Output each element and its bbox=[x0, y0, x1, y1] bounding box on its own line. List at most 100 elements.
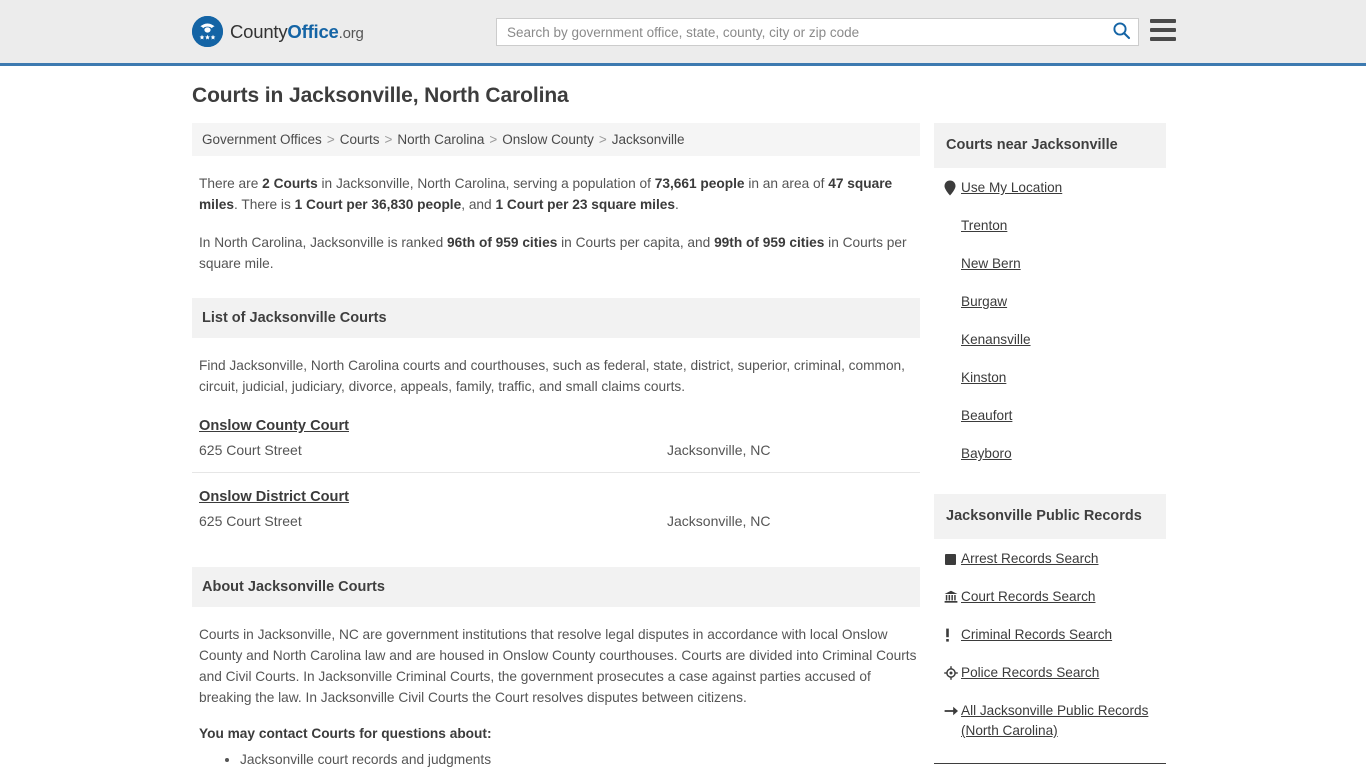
stats-p1-frag-7: . There is bbox=[234, 197, 295, 212]
arrow-right-icon bbox=[944, 701, 961, 717]
logo-text-county: County bbox=[230, 20, 288, 42]
logo-text-office: Office bbox=[287, 20, 339, 42]
public-record-link[interactable]: Arrest Records Search bbox=[961, 549, 1099, 569]
page-title: Courts in Jacksonville, North Carolina bbox=[192, 84, 569, 107]
public-record-link[interactable]: Criminal Records Search bbox=[961, 625, 1112, 645]
breadcrumb-separator: > bbox=[598, 132, 607, 147]
public-records-block: Jacksonville Public Records Arrest Recor… bbox=[934, 494, 1166, 741]
nearby-city-link-burgaw[interactable]: Burgaw bbox=[961, 292, 1007, 312]
nearby-city-row[interactable]: Bayboro bbox=[944, 444, 1166, 464]
list-section-description: Find Jacksonville, North Carolina courts… bbox=[199, 358, 905, 394]
court-list: Onslow County Court 625 Court Street Jacks… bbox=[192, 417, 920, 543]
stats-p1-frag-2: 2 Courts bbox=[262, 176, 318, 191]
contact-topics-list: Jacksonville court records and judgments… bbox=[192, 750, 920, 768]
stats-p1-frag-4: 73,661 people bbox=[654, 176, 745, 191]
court-address: 625 Court Street bbox=[199, 442, 302, 458]
hamburger-bar-3 bbox=[1150, 37, 1176, 41]
stats-paragraph-1: There are 2 Courts in Jacksonville, Nort… bbox=[199, 173, 918, 215]
page-container: Courts in Jacksonville, North Carolina G… bbox=[0, 66, 1366, 768]
court-city-state: Jacksonville, NC bbox=[667, 442, 771, 458]
contact-topic-item: Jacksonville court records and judgments bbox=[240, 750, 920, 768]
public-records-links: Arrest Records Search Court Records Searc… bbox=[934, 539, 1166, 741]
nearby-city-link-new-bern[interactable]: New Bern bbox=[961, 254, 1021, 274]
breadcrumb-item-4[interactable]: Onslow County bbox=[502, 132, 594, 147]
breadcrumb-separator: > bbox=[489, 132, 498, 147]
search-button[interactable] bbox=[1104, 19, 1138, 45]
stats-p2-frag-2: 96th of 959 cities bbox=[447, 235, 558, 250]
use-my-location-link[interactable]: Use My Location bbox=[961, 178, 1062, 198]
site-header: CountyOffice.org bbox=[0, 0, 1366, 66]
countyoffice-eagle-logo-icon bbox=[192, 16, 223, 47]
public-record-row[interactable]: Police Records Search bbox=[944, 663, 1166, 683]
content-columns: Government Offices > Courts > North Carolina… bbox=[192, 123, 1186, 768]
nearby-city-row[interactable]: Burgaw bbox=[944, 292, 1166, 312]
use-my-location-row[interactable]: Use My Location bbox=[944, 178, 1166, 198]
nearby-courts-links: Use My Location Trenton New Bern Burgaw Ken… bbox=[934, 168, 1166, 464]
courthouse-icon bbox=[944, 590, 961, 604]
map-pin-icon bbox=[944, 180, 961, 196]
nearby-city-link-bayboro[interactable]: Bayboro bbox=[961, 444, 1012, 464]
stats-p2-frag-1: In North Carolina, Jacksonville is ranke… bbox=[199, 235, 448, 250]
stats-p1-frag-11: . bbox=[675, 197, 679, 212]
stats-p2-frag-3: in Courts per capita, and bbox=[557, 235, 715, 250]
public-record-link[interactable]: Court Records Search bbox=[961, 587, 1095, 607]
search-icon bbox=[1112, 21, 1131, 43]
search-input[interactable] bbox=[497, 19, 1104, 45]
nearby-city-link-beaufort[interactable]: Beaufort bbox=[961, 406, 1012, 426]
breadcrumb-item-3[interactable]: North Carolina bbox=[397, 132, 484, 147]
public-record-row[interactable]: All Jacksonville Public Records (North C… bbox=[944, 701, 1166, 741]
nearby-city-link-kinston[interactable]: Kinston bbox=[961, 368, 1006, 388]
nearby-city-row[interactable]: Kinston bbox=[944, 368, 1166, 388]
nearby-city-row[interactable]: Trenton bbox=[944, 216, 1166, 236]
court-name-link[interactable]: Onslow County Court bbox=[199, 418, 349, 434]
breadcrumb-separator: > bbox=[326, 132, 335, 147]
public-record-row[interactable]: Criminal Records Search bbox=[944, 625, 1166, 645]
stats-p1-frag-9: , and bbox=[461, 197, 496, 212]
sidebar-divider bbox=[934, 763, 1166, 764]
police-badge-icon bbox=[944, 666, 961, 680]
site-logo-link[interactable]: CountyOffice.org bbox=[192, 16, 364, 47]
public-record-row[interactable]: Arrest Records Search bbox=[944, 549, 1166, 569]
stats-p2-frag-4: 99th of 959 cities bbox=[714, 235, 825, 250]
public-record-link[interactable]: Police Records Search bbox=[961, 663, 1099, 683]
stats-p1-frag-5: in an area of bbox=[744, 176, 829, 191]
stats-p1-frag-8: 1 Court per 36,830 people bbox=[294, 197, 462, 212]
public-record-row[interactable]: Court Records Search bbox=[944, 587, 1166, 607]
section-header-list-of-courts: List of Jacksonville Courts bbox=[192, 298, 920, 338]
stats-p1-frag-10: 1 Court per 23 square miles bbox=[495, 197, 675, 212]
breadcrumb-item-5[interactable]: Jacksonville bbox=[612, 132, 685, 147]
sidebar-header-public-records: Jacksonville Public Records bbox=[934, 494, 1166, 539]
court-row: Onslow County Court 625 Court Street Jacks… bbox=[192, 417, 920, 473]
nearby-city-link-trenton[interactable]: Trenton bbox=[961, 216, 1007, 236]
search-bar[interactable] bbox=[496, 18, 1139, 46]
main-content: Government Offices > Courts > North Carolina… bbox=[192, 123, 920, 768]
stats-p1-frag-3: in Jacksonville, North Carolina, serving… bbox=[317, 176, 655, 191]
nearby-city-link-kenansville[interactable]: Kenansville bbox=[961, 330, 1031, 350]
exclamation-icon bbox=[944, 628, 961, 642]
court-address: 625 Court Street bbox=[199, 513, 302, 529]
public-record-link[interactable]: All Jacksonville Public Records (North C… bbox=[961, 701, 1166, 741]
sidebar-header-courts-near: Courts near Jacksonville bbox=[934, 123, 1166, 168]
site-logo-text: CountyOffice.org bbox=[230, 21, 364, 43]
nearby-city-row[interactable]: Beaufort bbox=[944, 406, 1166, 426]
hamburger-menu-icon[interactable] bbox=[1150, 19, 1176, 41]
court-meta: 625 Court Street Jacksonville, NC bbox=[199, 513, 913, 529]
section-header-about-courts: About Jacksonville Courts bbox=[192, 567, 920, 607]
court-name-link[interactable]: Onslow District Court bbox=[199, 489, 349, 505]
sidebar: Courts near Jacksonville Use My Location… bbox=[934, 123, 1166, 764]
about-section-body: Courts in Jacksonville, NC are governmen… bbox=[199, 627, 917, 705]
nearby-city-row[interactable]: Kenansville bbox=[944, 330, 1166, 350]
court-row: Onslow District Court 625 Court Street Jac… bbox=[192, 488, 920, 543]
breadcrumb: Government Offices > Courts > North Carolina… bbox=[192, 123, 920, 156]
court-city-state: Jacksonville, NC bbox=[667, 513, 771, 529]
breadcrumb-item-1[interactable]: Government Offices bbox=[202, 132, 322, 147]
nearby-city-row[interactable]: New Bern bbox=[944, 254, 1166, 274]
fingerprint-icon bbox=[944, 553, 961, 566]
stats-paragraph-2: In North Carolina, Jacksonville is ranke… bbox=[199, 232, 918, 274]
hamburger-bar-1 bbox=[1150, 19, 1176, 23]
breadcrumb-item-2[interactable]: Courts bbox=[340, 132, 380, 147]
breadcrumb-separator: > bbox=[384, 132, 393, 147]
court-meta: 625 Court Street Jacksonville, NC bbox=[199, 442, 913, 458]
hamburger-bar-2 bbox=[1150, 28, 1176, 32]
stats-p1-frag-1: There are bbox=[199, 176, 263, 191]
